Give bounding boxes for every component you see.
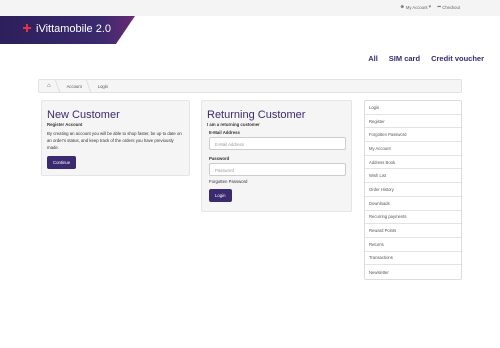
email-label: E-Mail Address [209, 130, 240, 135]
sidebar-item-newsletter[interactable]: Newsletter [365, 265, 461, 279]
password-label: Password [209, 156, 230, 161]
returning-customer-panel: Returning Customer I am a returning cust… [201, 100, 352, 212]
sidebar-item-recurring-payments[interactable]: Recurring payments [365, 211, 461, 225]
sidebar-item-login[interactable]: Login [365, 101, 461, 115]
my-account-label: My Account [405, 4, 428, 10]
sidebar-item-transactions[interactable]: Transactions [365, 252, 461, 266]
cross-icon [23, 24, 31, 32]
forgotten-password-link[interactable]: Forgotten Password [209, 179, 351, 184]
sidebar-item-my-account[interactable]: My Account [365, 142, 461, 156]
nav-item-credit-voucher[interactable]: Credit voucher [431, 54, 484, 63]
register-account-subtitle: Register Account [47, 122, 83, 127]
new-customer-panel: New Customer Register Account By creatin… [41, 100, 190, 176]
checkout-link[interactable]: ➦ Checkout [437, 4, 460, 10]
top-links: ☻ My Account ▾ ➦ Checkout [400, 4, 460, 10]
sidebar-item-downloads[interactable]: Downloads [365, 197, 461, 211]
nav-item-sim-card[interactable]: SIM card [389, 54, 420, 63]
sidebar-item-wish-list[interactable]: Wish List [365, 169, 461, 184]
top-bar: ☻ My Account ▾ ➦ Checkout [0, 0, 500, 16]
breadcrumb-login[interactable]: Login [90, 80, 116, 92]
new-customer-description: By creating an account you will be able … [47, 131, 182, 150]
returning-customer-title: Returning Customer [207, 109, 306, 121]
login-button[interactable]: Login [209, 189, 232, 202]
sidebar-item-order-history[interactable]: Order History [365, 183, 461, 197]
sidebar-item-forgotten-password[interactable]: Forgotten Password [365, 128, 461, 143]
main-nav: All SIM card Credit voucher [368, 54, 484, 63]
new-customer-title: New Customer [47, 109, 120, 121]
account-sidebar: Login Register Forgotten Password My Acc… [364, 100, 462, 280]
breadcrumb: ⌂ Account Login [38, 79, 462, 93]
password-field[interactable]: Password [209, 163, 346, 176]
sidebar-item-register[interactable]: Register [365, 115, 461, 129]
brand-logo[interactable]: iVittamobile 2.0 [0, 16, 135, 44]
sidebar-item-returns[interactable]: Returns [365, 238, 461, 252]
breadcrumb-account[interactable]: Account [59, 80, 90, 92]
checkout-label: Checkout [442, 4, 460, 10]
email-field[interactable]: E-Mail Address [209, 137, 346, 150]
returning-customer-subtitle: I am a returning customer [207, 122, 260, 127]
user-icon: ☻ [399, 4, 405, 10]
continue-button[interactable]: Continue [47, 156, 77, 170]
caret-down-icon: ▾ [428, 4, 432, 10]
brand-name: iVittamobile 2.0 [36, 23, 112, 35]
my-account-link[interactable]: ☻ My Account ▾ [400, 4, 431, 10]
sidebar-item-address-book[interactable]: Address Book [365, 156, 461, 170]
nav-item-all[interactable]: All [368, 54, 378, 63]
share-icon: ➦ [437, 4, 442, 10]
sidebar-item-reward-points[interactable]: Reward Points [365, 224, 461, 238]
